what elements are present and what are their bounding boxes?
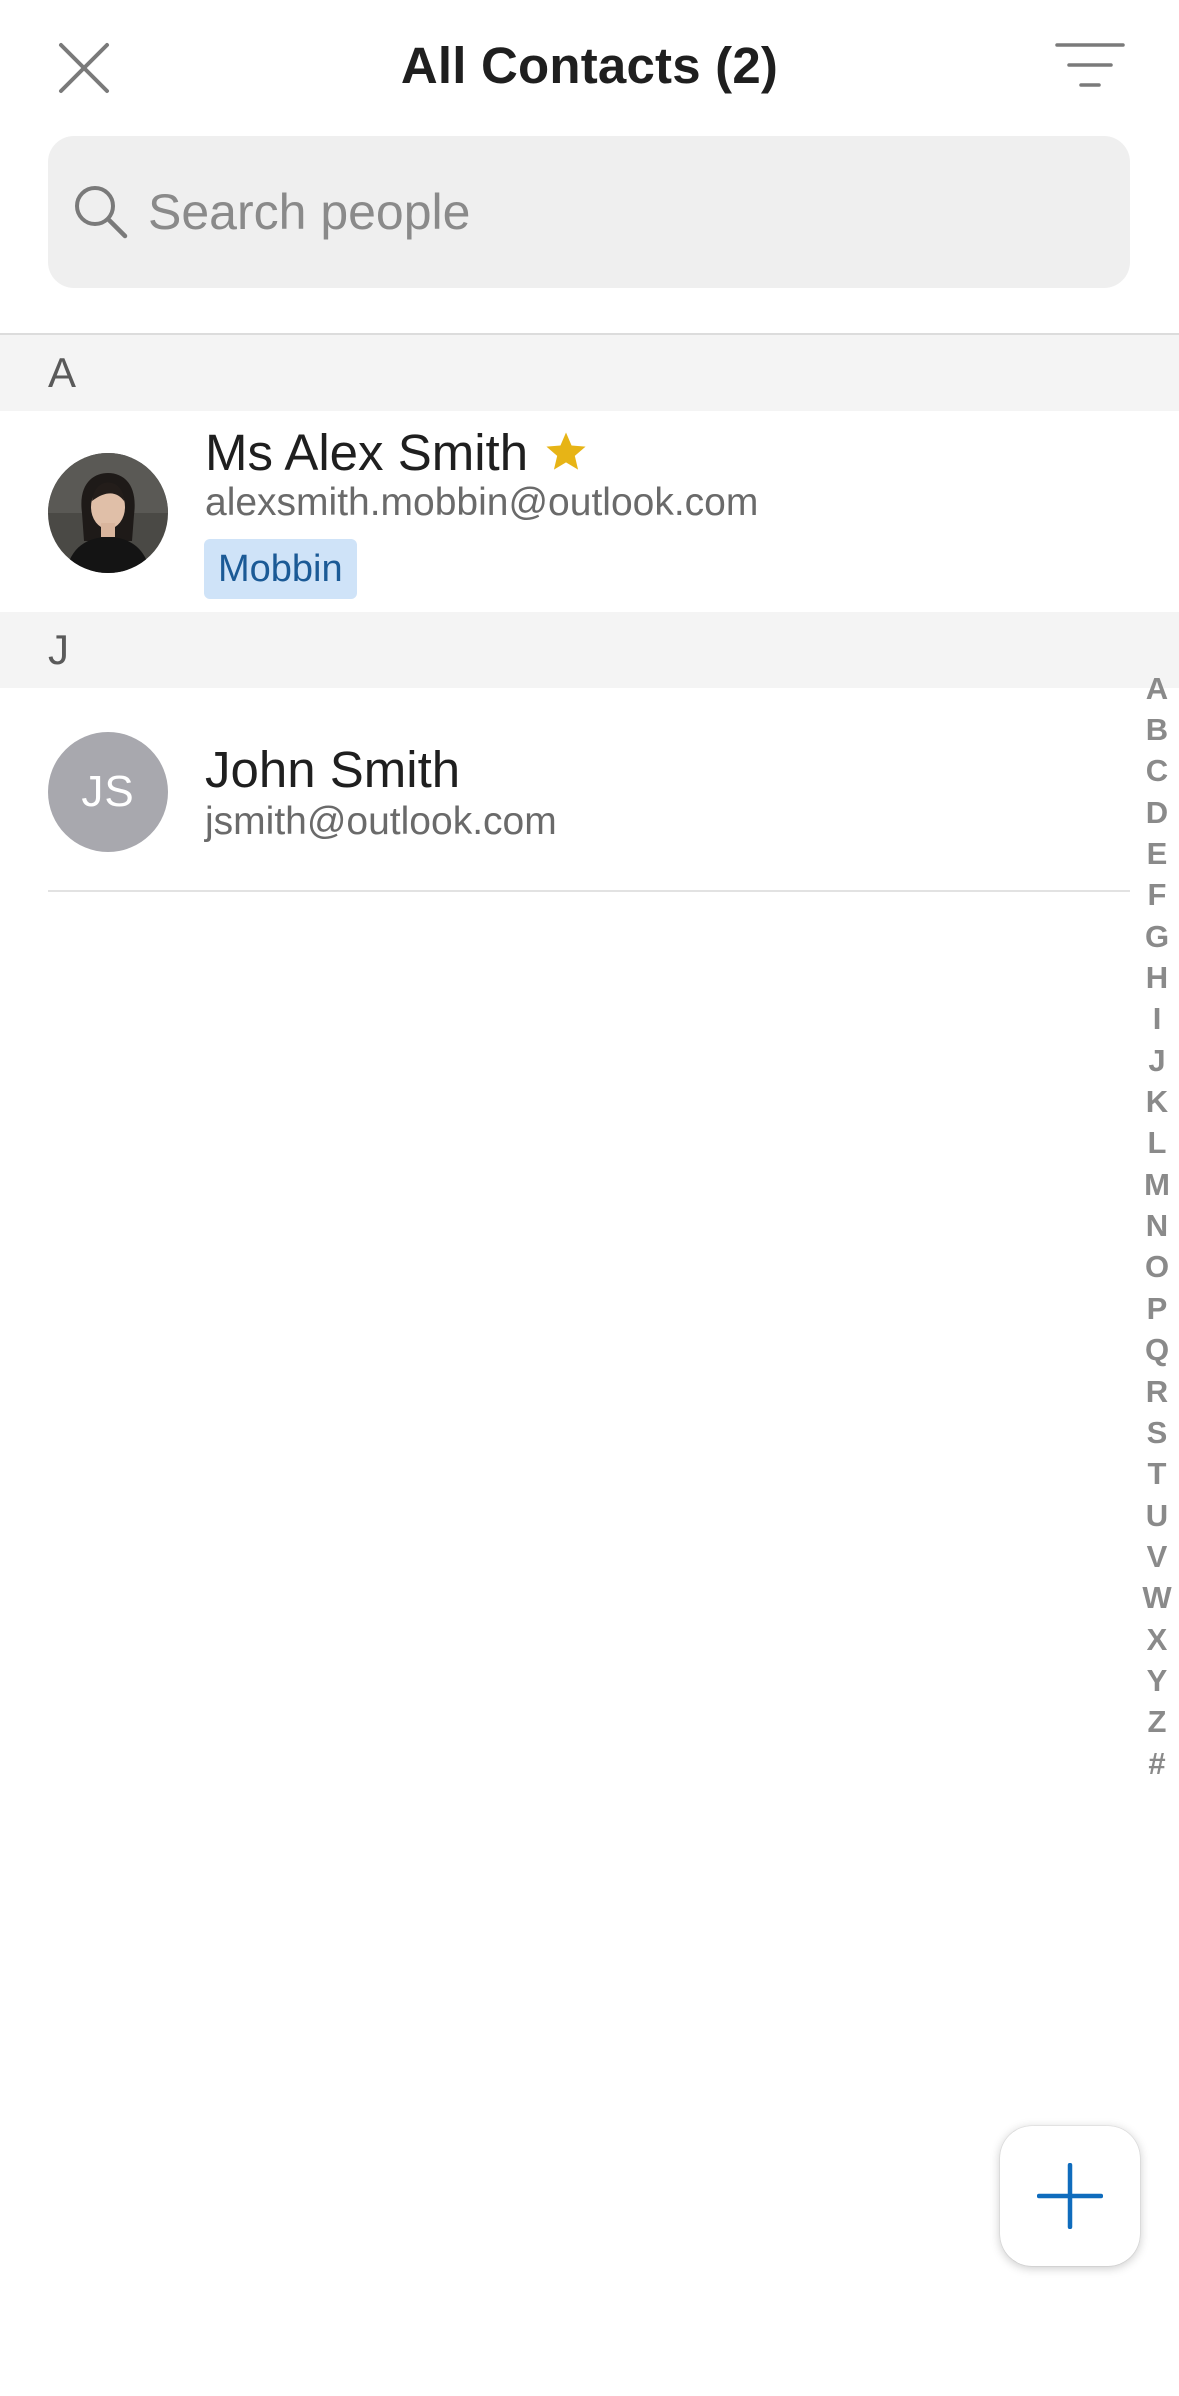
contact-row-john-smith[interactable]: JS John Smith jsmith@outlook.com bbox=[0, 688, 1130, 890]
alphabet-index-letter[interactable]: H bbox=[1135, 957, 1179, 998]
alphabet-index-letter[interactable]: Q bbox=[1135, 1330, 1179, 1371]
search-bar[interactable] bbox=[48, 135, 1130, 289]
header: All Contacts (2) bbox=[0, 0, 1179, 134]
alphabet-index-letter[interactable]: X bbox=[1135, 1619, 1179, 1660]
filter-button[interactable] bbox=[1040, 30, 1140, 100]
alphabet-index-letter[interactable]: T bbox=[1135, 1454, 1179, 1495]
alphabet-index-letter[interactable]: W bbox=[1135, 1578, 1179, 1619]
section-header-j: J bbox=[0, 612, 1179, 688]
alphabet-index-letter[interactable]: U bbox=[1135, 1495, 1179, 1536]
alphabet-index-letter[interactable]: E bbox=[1135, 833, 1179, 874]
alphabet-index[interactable]: A B C D E F G H I J K L M N O P Q R S T U V W X Y Z # bbox=[1135, 668, 1179, 1784]
alphabet-index-letter[interactable]: P bbox=[1135, 1288, 1179, 1329]
alphabet-index-letter[interactable]: S bbox=[1135, 1412, 1179, 1453]
search-input[interactable] bbox=[146, 135, 1130, 289]
alphabet-index-letter[interactable]: G bbox=[1135, 916, 1179, 957]
section-letter: A bbox=[48, 349, 77, 396]
alphabet-index-letter[interactable]: K bbox=[1135, 1081, 1179, 1122]
alphabet-index-letter[interactable]: D bbox=[1135, 792, 1179, 833]
alphabet-index-letter[interactable]: C bbox=[1135, 751, 1179, 792]
alphabet-index-letter[interactable]: B bbox=[1135, 709, 1179, 750]
add-contact-button[interactable] bbox=[1000, 2126, 1140, 2266]
alphabet-index-letter[interactable]: M bbox=[1135, 1164, 1179, 1205]
star-icon bbox=[546, 432, 586, 470]
section-header-a: A bbox=[0, 335, 1179, 411]
avatar: JS bbox=[48, 732, 168, 852]
contact-email: alexsmith.mobbin@outlook.com bbox=[205, 481, 759, 524]
alphabet-index-letter[interactable]: V bbox=[1135, 1536, 1179, 1577]
alphabet-index-letter[interactable]: O bbox=[1135, 1247, 1179, 1288]
filter-icon bbox=[1055, 43, 1125, 87]
category-tag: Mobbin bbox=[204, 539, 357, 599]
alphabet-index-letter[interactable]: N bbox=[1135, 1205, 1179, 1246]
alphabet-index-letter[interactable]: J bbox=[1135, 1040, 1179, 1081]
page-title: All Contacts (2) bbox=[400, 37, 779, 94]
alphabet-index-letter[interactable]: I bbox=[1135, 999, 1179, 1040]
contact-name: Ms Alex Smith bbox=[205, 424, 529, 481]
alphabet-index-letter[interactable]: F bbox=[1135, 875, 1179, 916]
plus-icon bbox=[1037, 2163, 1103, 2229]
divider bbox=[48, 890, 1130, 892]
alphabet-index-letter[interactable]: # bbox=[1135, 1743, 1179, 1784]
alphabet-index-letter[interactable]: Z bbox=[1135, 1702, 1179, 1743]
alphabet-index-letter[interactable]: Y bbox=[1135, 1660, 1179, 1701]
contact-name: John Smith bbox=[205, 741, 461, 798]
contact-email: jsmith@outlook.com bbox=[205, 800, 557, 843]
alphabet-index-letter[interactable]: L bbox=[1135, 1123, 1179, 1164]
alphabet-index-letter[interactable]: R bbox=[1135, 1371, 1179, 1412]
search-icon bbox=[66, 177, 136, 247]
contact-row-alex-smith[interactable]: Ms Alex Smith alexsmith.mobbin@outlook.c… bbox=[0, 411, 1130, 612]
avatar bbox=[48, 453, 168, 573]
alphabet-index-letter[interactable]: A bbox=[1135, 668, 1179, 709]
section-letter: J bbox=[48, 626, 69, 673]
